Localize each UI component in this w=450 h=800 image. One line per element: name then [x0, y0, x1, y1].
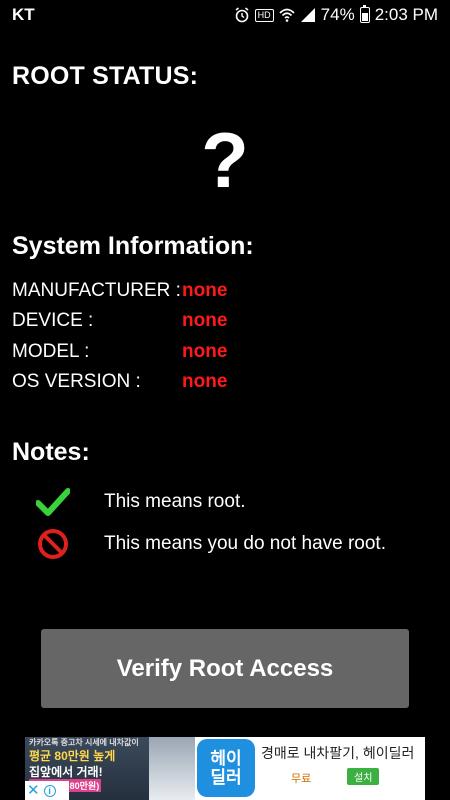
root-status-title: ROOT STATUS:: [12, 62, 199, 90]
notes-title: Notes:: [12, 438, 90, 466]
verify-root-access-button[interactable]: Verify Root Access: [41, 629, 409, 708]
note-text: This means you do not have root.: [104, 533, 386, 554]
info-row-manufacturer: MANUFACTURER : none: [12, 278, 227, 304]
battery-percent: 74%: [320, 5, 355, 24]
info-value: none: [182, 280, 228, 301]
note-text: This means root.: [104, 491, 246, 512]
alarm-icon: [234, 7, 250, 23]
info-key: MANUFACTURER :: [12, 280, 181, 301]
ad-logo-text: 딜러: [210, 768, 242, 787]
note-item-root: This means root.: [36, 485, 246, 519]
ad-headline[interactable]: 경매로 내차팔기, 헤이딜러: [261, 743, 414, 763]
info-row-device: DEVICE : none: [12, 308, 227, 334]
ad-choices[interactable]: ✕ i: [25, 781, 69, 800]
red-prohibited-icon: [36, 527, 70, 561]
info-key: MODEL :: [12, 341, 90, 362]
ad-price-label: 무료: [291, 773, 312, 785]
green-check-icon: [36, 485, 70, 519]
status-bar: KT HD 74% 2:03 PM: [0, 0, 450, 30]
ad-app-logo[interactable]: 헤이 딜러: [197, 739, 255, 797]
clock: 2:03 PM: [374, 5, 438, 24]
ad-screenshot-image: [149, 737, 195, 800]
wifi-icon: [279, 7, 295, 23]
carrier-label: KT: [12, 5, 35, 24]
info-row-os-version: OS VERSION : none: [12, 369, 227, 395]
ad-banner[interactable]: 카카오톡 중고차 시세에 내차값이 평균 80만원 높게 집앞에서 거래! (평…: [25, 737, 425, 800]
ad-install-button[interactable]: 설치: [347, 768, 380, 785]
root-status-unknown-icon: ?: [201, 116, 249, 204]
info-row-model: MODEL : none: [12, 339, 227, 365]
signal-icon: [300, 7, 316, 23]
ad-logo-text: 헤이: [210, 749, 242, 768]
ad-close-icon[interactable]: ✕: [27, 783, 40, 798]
system-information-title: System Information:: [12, 232, 254, 260]
info-key: DEVICE :: [12, 310, 94, 331]
ad-thumb-text: 평균 80만원 높게: [29, 749, 116, 763]
battery-icon: [359, 5, 370, 23]
info-value: none: [182, 371, 228, 392]
ad-thumb-text: 집앞에서 거래!: [29, 765, 103, 779]
ad-info-icon[interactable]: i: [43, 784, 56, 797]
note-item-no-root: This means you do not have root.: [36, 527, 386, 561]
info-value: none: [182, 310, 228, 331]
info-value: none: [182, 341, 228, 362]
hd-voice-icon: HD: [254, 8, 274, 22]
info-key: OS VERSION :: [12, 371, 141, 392]
